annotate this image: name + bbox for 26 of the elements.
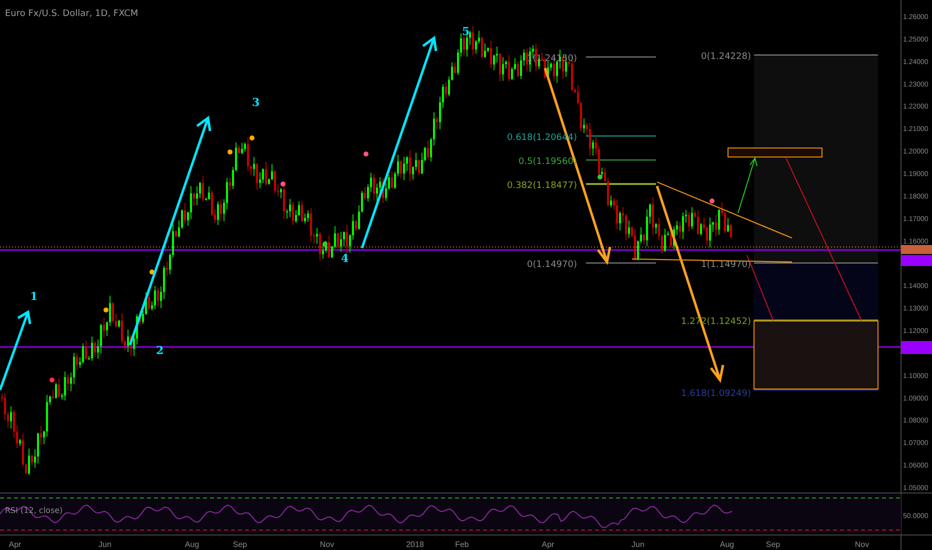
- date-tick: Feb: [455, 540, 469, 549]
- fibonacci-label: 1.618(1.09249): [680, 389, 751, 399]
- date-tick: Nov: [320, 540, 334, 549]
- date-tick: Apr: [8, 540, 22, 549]
- date-tick: Sep: [232, 540, 248, 549]
- chart-title: Euro Fx/U.S. Dollar, 1D, FXCM: [5, 9, 138, 19]
- fibonacci-label: 1(1.14970): [701, 260, 751, 270]
- date-tick: Nov: [854, 540, 870, 549]
- wave-label: 4: [341, 252, 349, 265]
- wave-label: 3: [252, 96, 260, 109]
- price-tag: [901, 255, 932, 266]
- wave-label: 5: [462, 25, 470, 38]
- fibonacci-label: 0(1.14970): [527, 260, 577, 270]
- wave-label: 2: [156, 344, 164, 357]
- fibonacci-label: 0.382(1.18477): [506, 181, 577, 191]
- date-tick: Jun: [632, 540, 644, 549]
- date-tick: Sep: [766, 540, 780, 549]
- wave-label: 1: [30, 290, 38, 303]
- price-tag: [901, 341, 932, 354]
- date-tick: 2018: [406, 540, 424, 549]
- date-tick: Apr: [542, 540, 554, 549]
- date-tick: Jun: [98, 540, 112, 549]
- fibonacci-label: 0(1.24228): [701, 52, 751, 62]
- projection-arrow: [738, 156, 758, 214]
- date-tick: Aug: [720, 540, 734, 549]
- date-tick: Aug: [184, 540, 200, 549]
